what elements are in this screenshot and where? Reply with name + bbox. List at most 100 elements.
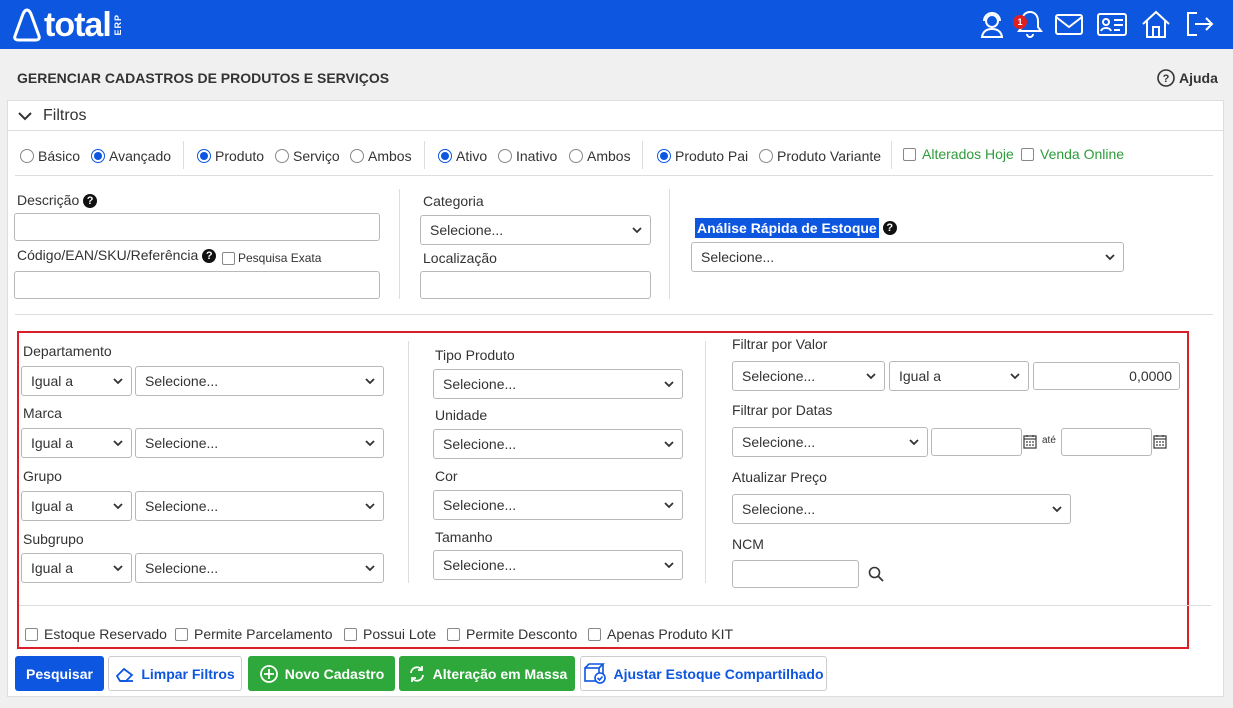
- codigo-input[interactable]: [14, 271, 380, 299]
- novo-cadastro-button[interactable]: Novo Cadastro: [248, 656, 395, 691]
- chevron-down-icon: [113, 565, 123, 572]
- cor-select[interactable]: Selecione...: [433, 490, 683, 520]
- eraser-icon: [116, 667, 134, 682]
- question-icon[interactable]: ?: [882, 221, 897, 235]
- radio-produto-variante[interactable]: Produto Variante: [759, 148, 881, 164]
- marca-operator-select[interactable]: Igual a: [21, 428, 132, 458]
- marca-select[interactable]: Selecione...: [135, 428, 384, 458]
- descricao-input[interactable]: [14, 213, 380, 241]
- chevron-down-icon: [365, 565, 375, 572]
- checkbox-label: Estoque Reservado: [44, 626, 167, 642]
- departamento-operator-select[interactable]: Igual a: [21, 366, 132, 396]
- radio-avancado[interactable]: Avançado: [91, 148, 171, 164]
- analise-select[interactable]: Selecione...: [691, 242, 1124, 272]
- alteracao-massa-button[interactable]: Alteração em Massa: [399, 656, 575, 691]
- chevron-down-icon: [113, 503, 123, 510]
- radio-inativo[interactable]: Inativo: [498, 148, 557, 164]
- tamanho-select[interactable]: Selecione...: [433, 550, 683, 580]
- checkbox-box: [447, 627, 460, 641]
- pesquisar-button[interactable]: Pesquisar: [15, 656, 104, 691]
- calendar-icon[interactable]: [1153, 434, 1167, 449]
- filtrar-datas-label: Filtrar por Datas: [732, 402, 833, 418]
- radio-circle: [657, 149, 671, 163]
- radio-label: Ambos: [368, 148, 412, 164]
- data-inicio-input[interactable]: [931, 428, 1022, 456]
- support-agent-icon[interactable]: [976, 8, 1008, 40]
- top-bar: total ERP 1: [0, 0, 1233, 49]
- radio-produto[interactable]: Produto: [197, 148, 264, 164]
- tipo-produto-select[interactable]: Selecione...: [433, 369, 683, 399]
- checkbox-box: [175, 627, 188, 641]
- chevron-down-icon: [632, 227, 642, 234]
- checkbox-label: Possui Lote: [363, 626, 437, 642]
- checkbox-permite-parcelamento[interactable]: Permite Parcelamento: [175, 626, 333, 642]
- valor-field-select[interactable]: Selecione...: [732, 361, 885, 391]
- ncm-input[interactable]: [732, 560, 859, 588]
- home-icon[interactable]: [1140, 8, 1172, 40]
- analise-label: Análise Rápida de Estoque ?: [695, 218, 897, 238]
- departamento-select[interactable]: Selecione...: [135, 366, 384, 396]
- cor-label: Cor: [435, 468, 458, 484]
- filters-header[interactable]: Filtros: [8, 101, 1223, 131]
- valor-input[interactable]: 0,0000: [1033, 362, 1180, 390]
- categoria-select[interactable]: Selecione...: [420, 215, 651, 245]
- checkbox-permite-desconto[interactable]: Permite Desconto: [447, 626, 577, 642]
- subgrupo-select[interactable]: Selecione...: [135, 553, 384, 583]
- chevron-down-icon: [1010, 373, 1020, 380]
- logo-text: total: [44, 5, 112, 44]
- question-icon[interactable]: ?: [202, 249, 217, 264]
- localizacao-input[interactable]: [420, 271, 651, 299]
- grupo-select[interactable]: Selecione...: [135, 491, 384, 521]
- checkbox-venda-online[interactable]: Venda Online: [1021, 146, 1124, 162]
- grupo-operator-select[interactable]: Igual a: [21, 491, 132, 521]
- radio-basico[interactable]: Básico: [20, 148, 80, 164]
- radio-ambos-tipo[interactable]: Ambos: [350, 148, 412, 164]
- checkbox-label: Permite Desconto: [466, 626, 578, 642]
- checkbox-apenas-kit[interactable]: Apenas Produto KIT: [588, 626, 733, 642]
- box-check-icon: [584, 662, 607, 684]
- chevron-down-icon: [365, 440, 375, 447]
- radio-ambos-status[interactable]: Ambos: [569, 148, 631, 164]
- divider: [669, 189, 670, 299]
- checkbox-possui-lote[interactable]: Possui Lote: [344, 626, 436, 642]
- calendar-icon[interactable]: [1023, 434, 1037, 449]
- checkbox-alterados-hoje[interactable]: Alterados Hoje: [903, 146, 1014, 162]
- limpar-filtros-button[interactable]: Limpar Filtros: [108, 656, 242, 691]
- radio-servico[interactable]: Serviço: [275, 148, 340, 164]
- checkbox-pesquisa-exata[interactable]: Pesquisa Exata: [222, 251, 321, 265]
- ajustar-estoque-button[interactable]: Ajustar Estoque Compartilhado: [580, 656, 827, 691]
- sync-icon: [409, 665, 424, 682]
- chevron-down-icon: [113, 378, 123, 385]
- logo[interactable]: total ERP: [12, 6, 123, 44]
- chevron-down-icon: [113, 440, 123, 447]
- question-icon[interactable]: ?: [83, 194, 98, 209]
- chevron-down-icon: [18, 112, 32, 121]
- subgrupo-operator-select[interactable]: Igual a: [21, 553, 132, 583]
- valor-operator-select[interactable]: Igual a: [889, 361, 1029, 391]
- radio-circle: [569, 149, 583, 163]
- chevron-down-icon: [1105, 254, 1115, 261]
- atualizar-preco-select[interactable]: Selecione...: [732, 494, 1071, 524]
- search-icon[interactable]: [868, 566, 884, 582]
- unidade-select[interactable]: Selecione...: [433, 429, 683, 459]
- marca-label: Marca: [23, 405, 62, 421]
- radio-produto-pai[interactable]: Produto Pai: [657, 148, 748, 164]
- question-circle-icon: ?: [1157, 69, 1175, 87]
- data-fim-input[interactable]: [1061, 428, 1152, 456]
- chevron-down-icon: [664, 381, 674, 388]
- radio-label: Inativo: [516, 148, 558, 164]
- id-card-icon[interactable]: [1096, 8, 1128, 40]
- mail-icon[interactable]: [1053, 8, 1085, 40]
- help-link[interactable]: ? Ajuda: [1157, 69, 1218, 87]
- checkbox-estoque-reservado[interactable]: Estoque Reservado: [25, 626, 167, 642]
- ncm-label: NCM: [732, 536, 764, 552]
- logout-icon[interactable]: [1184, 8, 1216, 40]
- divider: [408, 341, 409, 583]
- chevron-down-icon: [909, 439, 919, 446]
- datas-field-select[interactable]: Selecione...: [732, 427, 928, 457]
- ate-label: até: [1042, 435, 1056, 446]
- checkbox-label: Permite Parcelamento: [194, 626, 333, 642]
- svg-text:?: ?: [1163, 73, 1170, 85]
- descricao-label: Descrição ?: [17, 192, 98, 209]
- radio-ativo[interactable]: Ativo: [438, 148, 487, 164]
